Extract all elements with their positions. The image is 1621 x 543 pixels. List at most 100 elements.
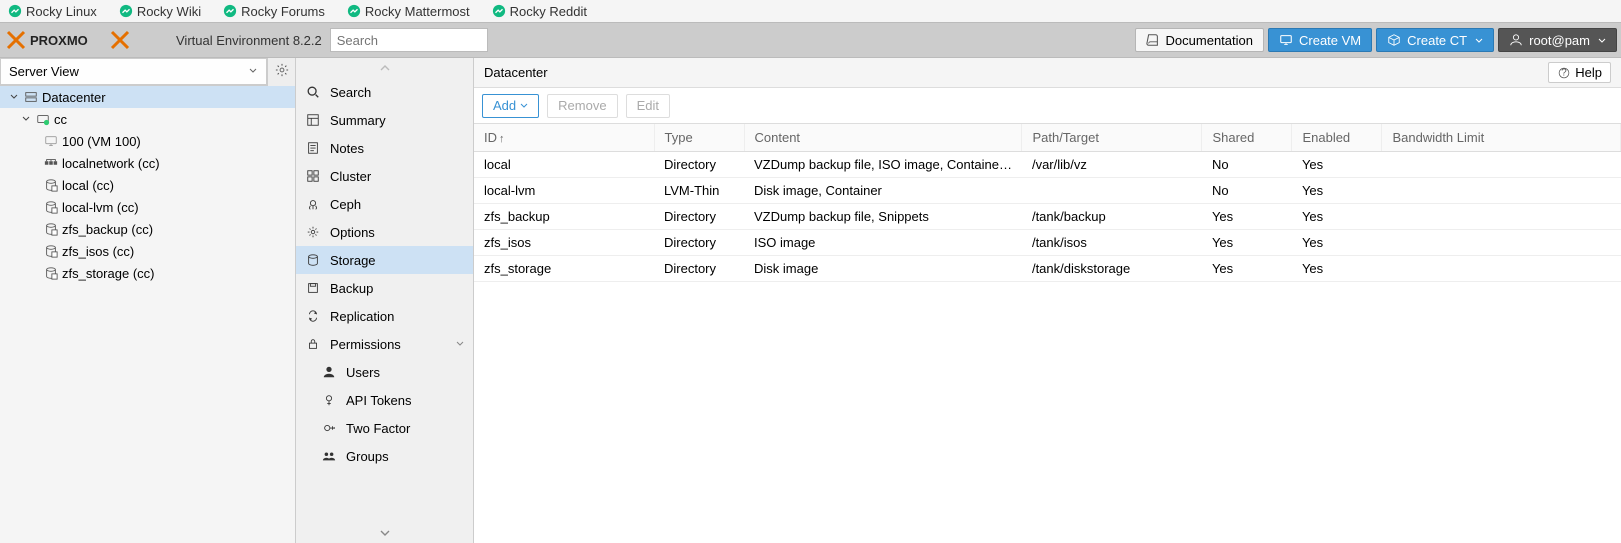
nav-label: Groups bbox=[346, 449, 389, 464]
cell-shared: Yes bbox=[1202, 230, 1292, 256]
nav-permissions[interactable]: Permissions bbox=[296, 330, 473, 358]
server-icon bbox=[24, 90, 38, 104]
notes-icon bbox=[306, 141, 320, 155]
rocky-icon bbox=[119, 4, 133, 18]
col-bandwidth[interactable]: Bandwidth Limit bbox=[1382, 124, 1621, 152]
cell-type: Directory bbox=[654, 204, 744, 230]
rocky-icon bbox=[223, 4, 237, 18]
view-selector[interactable]: Server View bbox=[0, 58, 267, 85]
create-vm-label: Create VM bbox=[1299, 33, 1361, 48]
nav-label: Storage bbox=[330, 253, 376, 268]
book-icon bbox=[1146, 33, 1160, 47]
monitor-icon bbox=[44, 134, 58, 148]
resource-tree: Datacenter cc 100 (VM 100) localnetwork (… bbox=[0, 86, 295, 284]
cell-content: ISO image bbox=[744, 230, 1022, 256]
tree-label: zfs_isos (cc) bbox=[62, 244, 134, 259]
cell-enabled: Yes bbox=[1292, 152, 1382, 178]
groups-icon bbox=[322, 449, 336, 463]
nav-scroll-up[interactable] bbox=[296, 58, 473, 78]
nav-api-tokens[interactable]: API Tokens bbox=[296, 386, 473, 414]
cell-path: /tank/isos bbox=[1022, 230, 1202, 256]
user-menu-button[interactable]: root@pam bbox=[1498, 28, 1617, 52]
nav-label: Notes bbox=[330, 141, 364, 156]
nav-cluster[interactable]: Cluster bbox=[296, 162, 473, 190]
user-label: root@pam bbox=[1529, 33, 1590, 48]
table-row[interactable]: zfs_storageDirectoryDisk image/tank/disk… bbox=[474, 256, 1621, 282]
create-ct-button[interactable]: Create CT bbox=[1376, 28, 1494, 52]
tree-item[interactable]: local (cc) bbox=[0, 174, 295, 196]
cell-bw bbox=[1382, 256, 1621, 282]
create-vm-button[interactable]: Create VM bbox=[1268, 28, 1372, 52]
nav-scroll-down[interactable] bbox=[296, 523, 473, 543]
col-label: Path/Target bbox=[1032, 130, 1099, 145]
bookmark-rocky-forums[interactable]: Rocky Forums bbox=[223, 4, 325, 19]
nav-label: API Tokens bbox=[346, 393, 412, 408]
col-shared[interactable]: Shared bbox=[1202, 124, 1292, 152]
cell-content: VZDump backup file, ISO image, Containe… bbox=[744, 152, 1022, 178]
col-id[interactable]: ID↑ bbox=[474, 124, 654, 152]
cell-path: /var/lib/vz bbox=[1022, 152, 1202, 178]
nav-backup[interactable]: Backup bbox=[296, 274, 473, 302]
remove-button[interactable]: Remove bbox=[547, 94, 617, 118]
app-header: PROXMO Virtual Environment 8.2.2 Documen… bbox=[0, 22, 1621, 58]
cell-bw bbox=[1382, 152, 1621, 178]
settings-button[interactable] bbox=[267, 58, 295, 86]
col-label: Content bbox=[755, 130, 801, 145]
nav-options[interactable]: Options bbox=[296, 218, 473, 246]
tree-item[interactable]: zfs_isos (cc) bbox=[0, 240, 295, 262]
nav-users[interactable]: Users bbox=[296, 358, 473, 386]
col-content[interactable]: Content bbox=[744, 124, 1022, 152]
table-row[interactable]: local-lvmLVM-ThinDisk image, ContainerNo… bbox=[474, 178, 1621, 204]
collapse-icon[interactable] bbox=[8, 91, 20, 103]
nav-groups[interactable]: Groups bbox=[296, 442, 473, 470]
sort-asc-icon: ↑ bbox=[499, 133, 505, 145]
proxmox-logo[interactable]: PROXMO bbox=[0, 30, 172, 50]
collapse-icon[interactable] bbox=[20, 113, 32, 125]
nav-summary[interactable]: Summary bbox=[296, 106, 473, 134]
tree-item[interactable]: local-lvm (cc) bbox=[0, 196, 295, 218]
nav-search[interactable]: Search bbox=[296, 78, 473, 106]
storage-icon bbox=[44, 244, 58, 258]
nav-notes[interactable]: Notes bbox=[296, 134, 473, 162]
bookmark-rocky-linux[interactable]: Rocky Linux bbox=[8, 4, 97, 19]
col-label: Bandwidth Limit bbox=[1392, 130, 1484, 145]
bookmark-rocky-reddit[interactable]: Rocky Reddit bbox=[492, 4, 587, 19]
tree-label: local (cc) bbox=[62, 178, 114, 193]
search-input[interactable] bbox=[330, 28, 488, 52]
chevron-down-icon bbox=[1598, 33, 1606, 48]
col-path[interactable]: Path/Target bbox=[1022, 124, 1202, 152]
table-row[interactable]: zfs_backupDirectoryVZDump backup file, S… bbox=[474, 204, 1621, 230]
bookmark-label: Rocky Reddit bbox=[510, 4, 587, 19]
chevron-down-icon bbox=[455, 337, 465, 352]
bookmark-rocky-mattermost[interactable]: Rocky Mattermost bbox=[347, 4, 470, 19]
nav-replication[interactable]: Replication bbox=[296, 302, 473, 330]
tree-label: Datacenter bbox=[42, 90, 106, 105]
version-label: Virtual Environment 8.2.2 bbox=[176, 33, 322, 48]
cell-content: Disk image, Container bbox=[744, 178, 1022, 204]
documentation-button[interactable]: Documentation bbox=[1135, 28, 1264, 52]
cell-enabled: Yes bbox=[1292, 230, 1382, 256]
col-enabled[interactable]: Enabled bbox=[1292, 124, 1382, 152]
tree-datacenter[interactable]: Datacenter bbox=[0, 86, 295, 108]
add-button[interactable]: Add bbox=[482, 94, 539, 118]
nav-two-factor[interactable]: Two Factor bbox=[296, 414, 473, 442]
tree-node-cc[interactable]: cc bbox=[0, 108, 295, 130]
tree-item[interactable]: zfs_storage (cc) bbox=[0, 262, 295, 284]
breadcrumb: Datacenter ? Help bbox=[474, 58, 1621, 88]
cell-path: /tank/diskstorage bbox=[1022, 256, 1202, 282]
col-type[interactable]: Type bbox=[654, 124, 744, 152]
table-row[interactable]: localDirectoryVZDump backup file, ISO im… bbox=[474, 152, 1621, 178]
help-button[interactable]: ? Help bbox=[1548, 62, 1611, 83]
edit-button[interactable]: Edit bbox=[626, 94, 670, 118]
edit-label: Edit bbox=[637, 98, 659, 113]
replication-icon bbox=[306, 309, 320, 323]
tree-item[interactable]: 100 (VM 100) bbox=[0, 130, 295, 152]
nav-ceph[interactable]: Ceph bbox=[296, 190, 473, 218]
bookmark-rocky-wiki[interactable]: Rocky Wiki bbox=[119, 4, 201, 19]
nav-storage[interactable]: Storage bbox=[296, 246, 473, 274]
table-row[interactable]: zfs_isosDirectoryISO image/tank/isosYesY… bbox=[474, 230, 1621, 256]
tree-label: 100 (VM 100) bbox=[62, 134, 141, 149]
tree-item[interactable]: zfs_backup (cc) bbox=[0, 218, 295, 240]
backup-icon bbox=[306, 281, 320, 295]
tree-item[interactable]: localnetwork (cc) bbox=[0, 152, 295, 174]
